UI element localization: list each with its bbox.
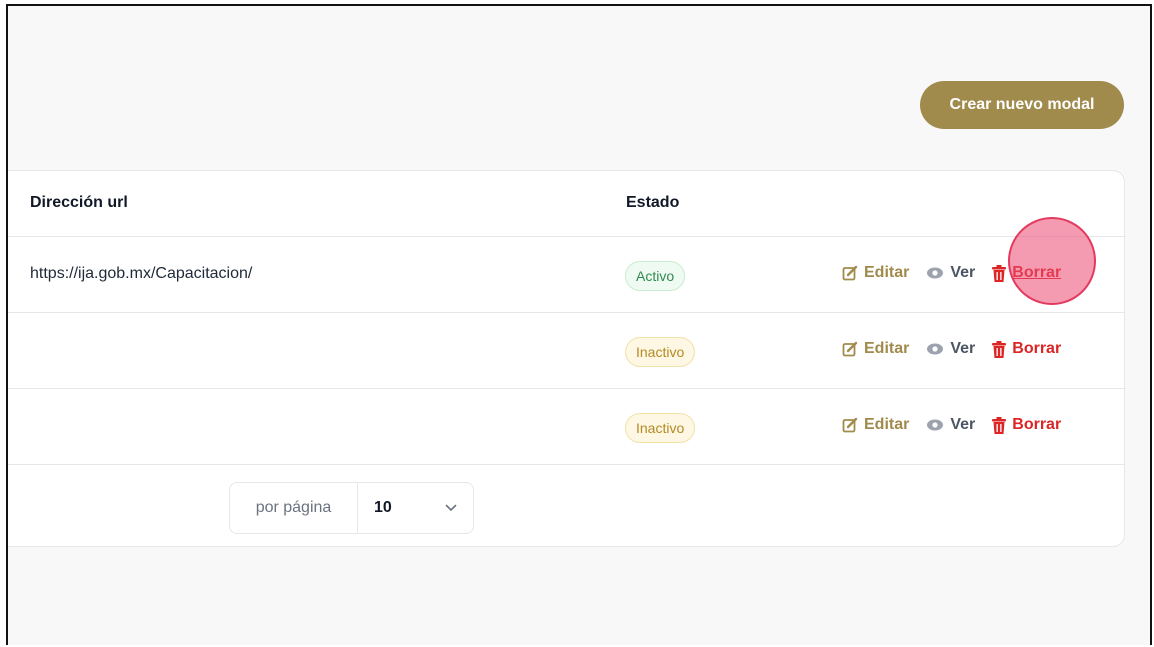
table-row: Inactivo Editar Ver Borrar	[8, 313, 1124, 389]
trash-icon	[992, 264, 1007, 282]
chevron-down-icon	[445, 504, 457, 512]
row-actions: Editar Ver Borrar	[842, 416, 1061, 434]
table-header: Dirección url Estado	[8, 171, 1124, 237]
view-label: Ver	[950, 416, 976, 433]
delete-label: Borrar	[1012, 264, 1062, 281]
url-cell: https://ija.gob.mx/Capacitacion/	[30, 265, 253, 282]
view-button[interactable]: Ver	[926, 264, 975, 282]
view-label: Ver	[950, 340, 976, 357]
edit-button[interactable]: Editar	[842, 416, 909, 434]
row-actions: Editar Ver Borrar	[842, 264, 1061, 282]
per-page-value: 10	[374, 499, 392, 516]
per-page-select[interactable]: 10	[358, 499, 473, 517]
create-modal-button-label: Crear nuevo modal	[949, 96, 1095, 113]
status-badge: Activo	[625, 261, 686, 291]
page-frame: Crear nuevo modal Dirección url Estado h…	[6, 4, 1152, 645]
pencil-square-icon	[842, 417, 858, 433]
delete-button[interactable]: Borrar	[992, 264, 1061, 282]
delete-button[interactable]: Borrar	[992, 340, 1061, 358]
trash-icon	[992, 416, 1007, 434]
eye-icon	[927, 419, 944, 431]
per-page-selector: por página 10	[229, 482, 474, 534]
column-header-url: Dirección url	[30, 194, 128, 211]
pencil-square-icon	[842, 265, 858, 281]
delete-label: Borrar	[1012, 340, 1062, 357]
edit-button[interactable]: Editar	[842, 340, 909, 358]
trash-icon	[992, 340, 1007, 358]
edit-label: Editar	[864, 264, 910, 281]
create-modal-button[interactable]: Crear nuevo modal	[920, 81, 1124, 129]
delete-label: Borrar	[1012, 416, 1062, 433]
column-header-status: Estado	[626, 194, 680, 211]
eye-icon	[927, 267, 944, 279]
row-actions: Editar Ver Borrar	[842, 340, 1061, 358]
status-badge: Inactivo	[625, 337, 696, 367]
pencil-square-icon	[842, 341, 858, 357]
delete-button[interactable]: Borrar	[992, 416, 1061, 434]
per-page-label: por página	[230, 483, 358, 533]
table-row: https://ija.gob.mx/Capacitacion/ Activo …	[8, 237, 1124, 313]
status-badge: Inactivo	[625, 413, 696, 443]
view-button[interactable]: Ver	[926, 416, 975, 434]
modals-table: Dirección url Estado https://ija.gob.mx/…	[8, 170, 1125, 547]
eye-icon	[927, 343, 944, 355]
view-button[interactable]: Ver	[926, 340, 975, 358]
view-label: Ver	[950, 264, 976, 281]
edit-label: Editar	[864, 416, 910, 433]
table-row: Inactivo Editar Ver Borrar	[8, 389, 1124, 465]
edit-label: Editar	[864, 340, 910, 357]
edit-button[interactable]: Editar	[842, 264, 909, 282]
